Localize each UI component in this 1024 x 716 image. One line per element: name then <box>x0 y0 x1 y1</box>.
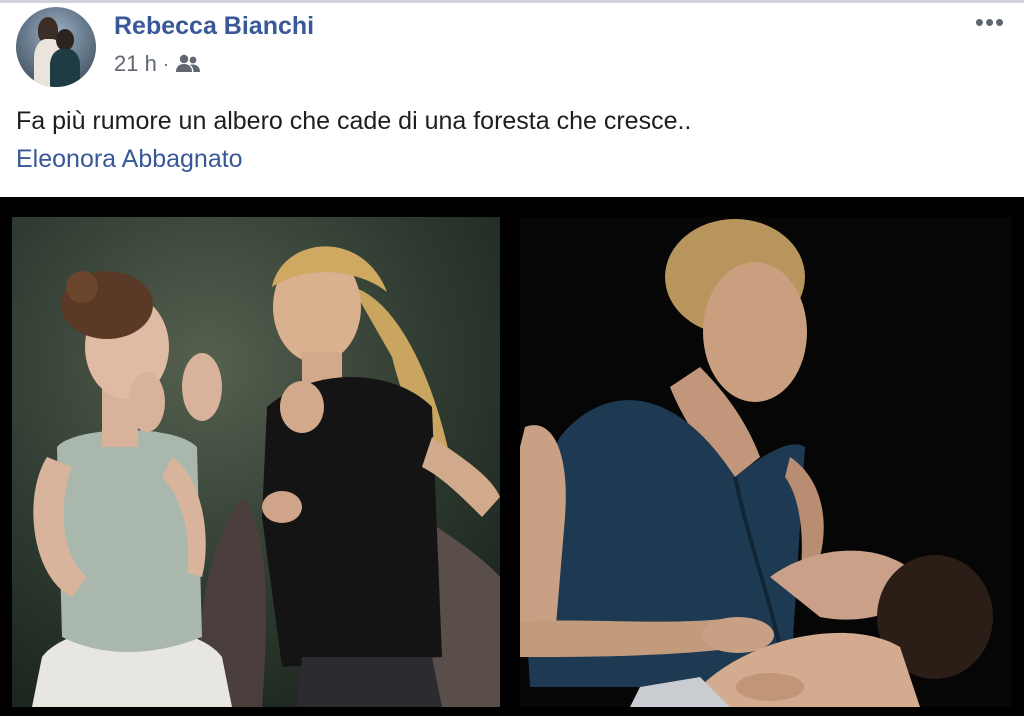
more-options-icon[interactable]: ••• <box>970 7 1010 37</box>
post-timestamp[interactable]: 21 h <box>114 51 157 77</box>
post-photo-2[interactable] <box>520 217 1012 707</box>
post-photo-collage <box>0 197 1024 716</box>
author-name[interactable]: Rebecca Bianchi <box>114 12 314 41</box>
post-header: Rebecca Bianchi 21 h · ••• Fa più rumore… <box>0 3 1024 197</box>
author-avatar[interactable] <box>16 7 96 87</box>
friends-icon[interactable] <box>175 53 201 75</box>
meta-separator: · <box>162 53 169 74</box>
tagged-person-link[interactable]: Eleonora Abbagnato <box>16 145 243 174</box>
post-photo-1[interactable] <box>12 217 500 707</box>
post-meta: 21 h · <box>114 51 201 77</box>
post-text: Fa più rumore un albero che cade di una … <box>16 107 692 135</box>
